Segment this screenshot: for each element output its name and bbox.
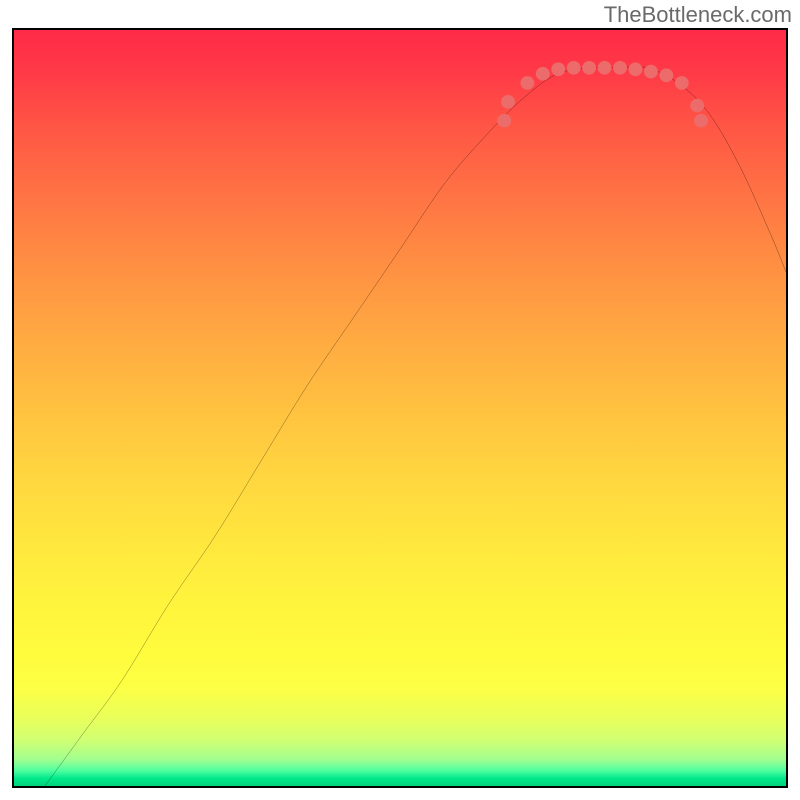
marker-dot [582, 61, 596, 75]
marker-dot [659, 69, 673, 83]
marker-dot [520, 76, 534, 90]
marker-dot [694, 114, 708, 128]
attribution-text: TheBottleneck.com [604, 2, 792, 28]
marker-dot [551, 63, 565, 77]
marker-dot [536, 67, 550, 81]
marker-dot [629, 63, 643, 77]
marker-dot [567, 61, 581, 75]
marker-dot [501, 95, 515, 109]
marker-dot [613, 61, 627, 75]
marker-dot [598, 61, 612, 75]
optimal-zone-markers [14, 30, 786, 786]
chart-plot-area [12, 28, 788, 788]
marker-dot [675, 76, 689, 90]
marker-dot [644, 65, 658, 79]
marker-dot [497, 114, 511, 128]
marker-dot [690, 99, 704, 113]
